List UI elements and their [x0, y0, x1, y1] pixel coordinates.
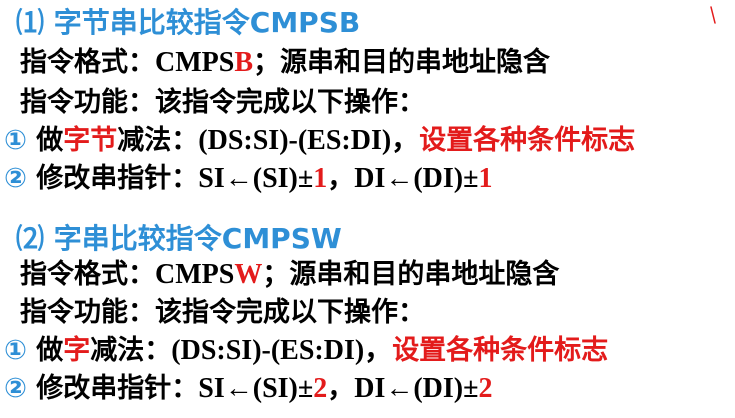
section-2-format-op-prefix: CMPS: [155, 259, 235, 290]
section-1-op1-expr: (DS:SI)-(ES:DI)，: [198, 125, 420, 156]
section-2-op2-si: SI←(SI)±: [198, 373, 314, 404]
section-2-number: ⑵: [16, 222, 45, 255]
section-2-op1-number: ①: [4, 335, 27, 366]
section-2-op2-separator: ，: [327, 373, 355, 404]
section-2-op1-line: ① 做字减法：(DS:SI)-(ES:DI)，设置各种条件标志: [4, 334, 608, 368]
section-1-op1-flags: 设置各种条件标志: [419, 125, 636, 156]
section-1-op2-di-value: 1: [478, 163, 493, 194]
section-1-format-note: ；源串和目的串地址隐含: [253, 47, 551, 78]
section-2-title-text: 字串比较指令CMPSW: [44, 222, 342, 255]
section-2-op2-di-value: 2: [478, 373, 493, 404]
section-2-op1-mid: 减法：: [90, 335, 172, 366]
section-2-format-label: 指令格式：: [20, 259, 155, 290]
section-1-op2-number: ②: [4, 163, 27, 194]
section-2-title: ⑵ 字串比较指令CMPSW: [16, 222, 342, 256]
section-1-op2-label: 修改串指针：: [26, 163, 199, 194]
section-1-function-line: 指令功能：该指令完成以下操作：: [20, 86, 425, 120]
section-2-op1-expr: (DS:SI)-(ES:DI)，: [171, 335, 393, 366]
section-2-op1-flags: 设置各种条件标志: [392, 335, 609, 366]
section-2-op1-pre: 做: [26, 335, 64, 366]
section-1-op1-line: ① 做字节减法：(DS:SI)-(ES:DI)，设置各种条件标志: [4, 124, 635, 158]
section-1-format-op-suffix: B: [234, 47, 254, 78]
section-1-op2-di: DI←(DI)±: [354, 163, 479, 194]
slide: ⑴ 字节串比较指令CMPSB 指令格式：CMPSB；源串和目的串地址隐含 指令功…: [0, 0, 735, 418]
section-1-op2-si-value: 1: [313, 163, 328, 194]
section-1-op2-separator: ，: [327, 163, 355, 194]
pen-stroke-mark: [710, 6, 716, 24]
section-1-function-label: 指令功能：该指令完成以下操作：: [20, 87, 425, 118]
section-2-function-line: 指令功能：该指令完成以下操作：: [20, 296, 425, 330]
section-2-op2-line: ② 修改串指针：SI←(SI)±2，DI←(DI)±2: [4, 372, 492, 406]
section-2-op2-si-value: 2: [313, 373, 328, 404]
section-1-format-label: 指令格式：: [20, 47, 155, 78]
section-1-op1-pre: 做: [26, 125, 64, 156]
section-2-format-line: 指令格式：CMPSW；源串和目的串地址隐含: [20, 258, 559, 292]
section-1-number: ⑴: [16, 6, 45, 39]
section-1-format-op: CMPSB: [155, 47, 253, 78]
section-1-op1-number: ①: [4, 125, 27, 156]
section-1-format-line: 指令格式：CMPSB；源串和目的串地址隐含: [20, 46, 550, 80]
section-2-format-op: CMPSW: [155, 259, 262, 290]
section-2-op2-number: ②: [4, 373, 27, 404]
section-2-op1-highlight: 字: [63, 335, 91, 366]
section-1-op2-si: SI←(SI)±: [198, 163, 314, 194]
section-1-format-op-prefix: CMPS: [155, 47, 235, 78]
section-1-title: ⑴ 字节串比较指令CMPSB: [16, 6, 360, 40]
section-2-format-op-suffix: W: [234, 259, 263, 290]
section-2-op2-label: 修改串指针：: [26, 373, 199, 404]
section-1-op1-mid: 减法：: [117, 125, 199, 156]
section-1-title-text: 字节串比较指令CMPSB: [44, 6, 361, 39]
section-1-op2-line: ② 修改串指针：SI←(SI)±1，DI←(DI)±1: [4, 162, 492, 196]
section-1-op1-highlight: 字节: [63, 125, 118, 156]
section-2-format-note: ；源串和目的串地址隐含: [262, 259, 560, 290]
section-2-function-label: 指令功能：该指令完成以下操作：: [20, 297, 425, 328]
section-2-op2-di: DI←(DI)±: [354, 373, 479, 404]
